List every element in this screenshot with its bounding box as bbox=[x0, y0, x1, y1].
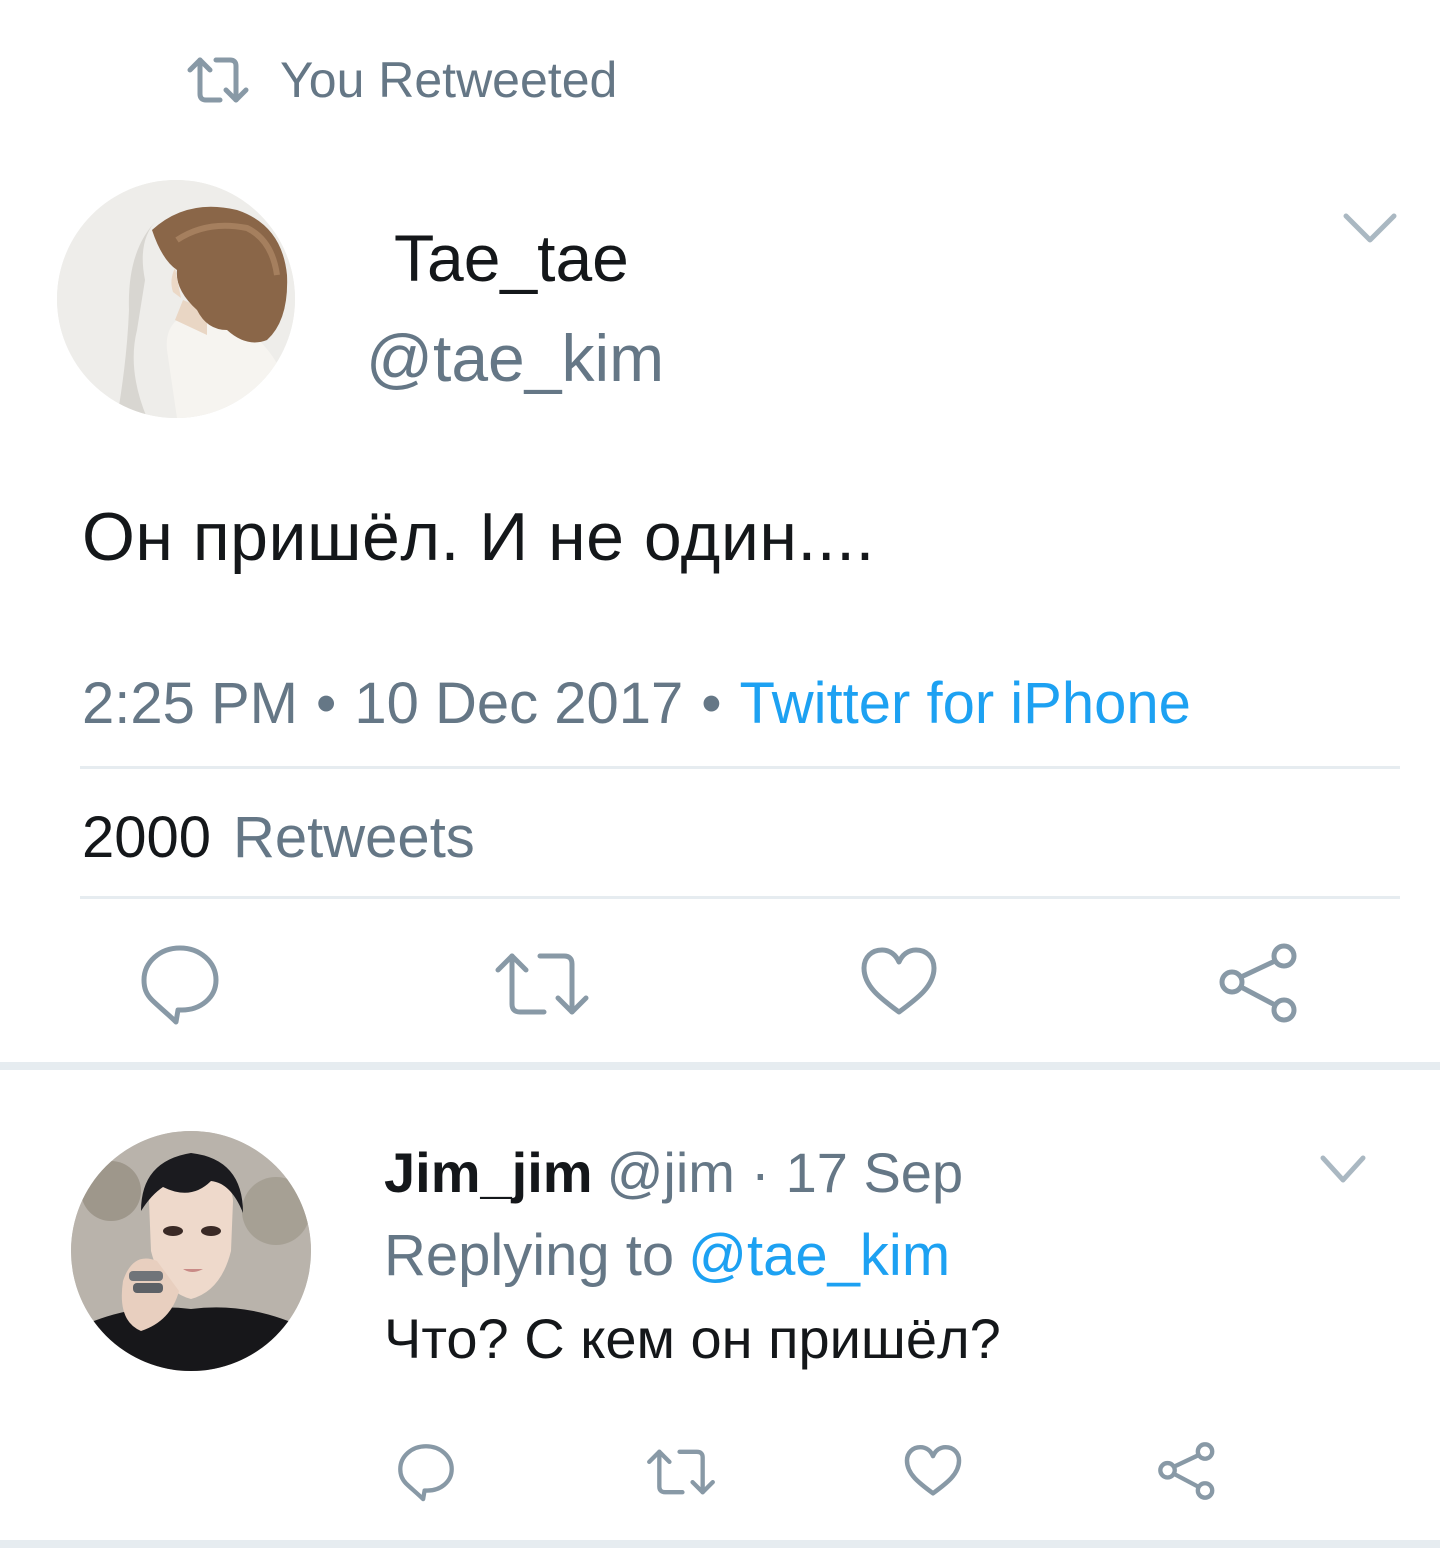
meta-separator: • bbox=[701, 671, 722, 736]
share-icon[interactable] bbox=[1216, 940, 1302, 1026]
tweet-time: 2:25 PM bbox=[82, 671, 298, 736]
tweet-source-link[interactable]: Twitter for iPhone bbox=[740, 671, 1191, 736]
author-display-name[interactable]: Tae_tae bbox=[394, 220, 629, 296]
reply-author-handle[interactable]: @jim bbox=[607, 1141, 735, 1204]
divider bbox=[80, 896, 1400, 899]
like-icon[interactable] bbox=[860, 946, 938, 1018]
chevron-down-icon[interactable] bbox=[1340, 208, 1400, 248]
reply-tweet-text: Что? С кем он пришёл? bbox=[384, 1307, 1001, 1370]
tweet-text: Он пришёл. И не один.... bbox=[82, 499, 875, 575]
retweet-icon bbox=[187, 57, 249, 103]
replying-to-line: Replying to @tae_kim bbox=[384, 1222, 950, 1289]
retweet-icon[interactable] bbox=[646, 1446, 716, 1498]
author-avatar-image bbox=[57, 180, 295, 418]
replying-to-mention-link[interactable]: @tae_kim bbox=[688, 1223, 950, 1288]
tweet-date: 10 Dec 2017 bbox=[354, 671, 684, 736]
retweet-context-label: You Retweeted bbox=[280, 52, 618, 108]
meta-separator: • bbox=[316, 671, 337, 736]
reply-author-avatar-image bbox=[71, 1131, 311, 1371]
retweet-icon[interactable] bbox=[494, 948, 590, 1020]
share-icon[interactable] bbox=[1156, 1440, 1218, 1502]
author-handle[interactable]: @tae_kim bbox=[366, 320, 664, 396]
like-icon[interactable] bbox=[904, 1444, 962, 1498]
reply-author-display-name[interactable]: Jim_jim bbox=[384, 1141, 593, 1204]
retweet-context: You Retweeted bbox=[186, 50, 617, 110]
retweet-count-label: Retweets bbox=[233, 805, 475, 870]
reply-icon[interactable] bbox=[138, 942, 222, 1026]
reply-date: 17 Sep bbox=[785, 1141, 964, 1204]
reply-header-separator: · bbox=[750, 1141, 770, 1204]
author-avatar[interactable] bbox=[57, 180, 295, 418]
chevron-down-icon[interactable] bbox=[1318, 1152, 1368, 1186]
reply-author-avatar[interactable] bbox=[71, 1131, 311, 1371]
reply-header: Jim_jim @jim · 17 Sep bbox=[384, 1140, 963, 1205]
tweet-metadata: 2:25 PM • 10 Dec 2017 • Twitter for iPhone bbox=[82, 670, 1191, 737]
section-divider bbox=[0, 1540, 1440, 1548]
section-divider bbox=[0, 1062, 1440, 1070]
retweet-stats[interactable]: 2000 Retweets bbox=[82, 804, 475, 871]
reply-icon[interactable] bbox=[396, 1442, 456, 1502]
tweet-detail-page: You Retweeted Tae_tae @tae_kim Он пришёл… bbox=[0, 0, 1440, 1568]
retweet-count: 2000 bbox=[82, 805, 212, 870]
replying-to-label: Replying to bbox=[384, 1223, 675, 1288]
divider bbox=[80, 766, 1400, 769]
